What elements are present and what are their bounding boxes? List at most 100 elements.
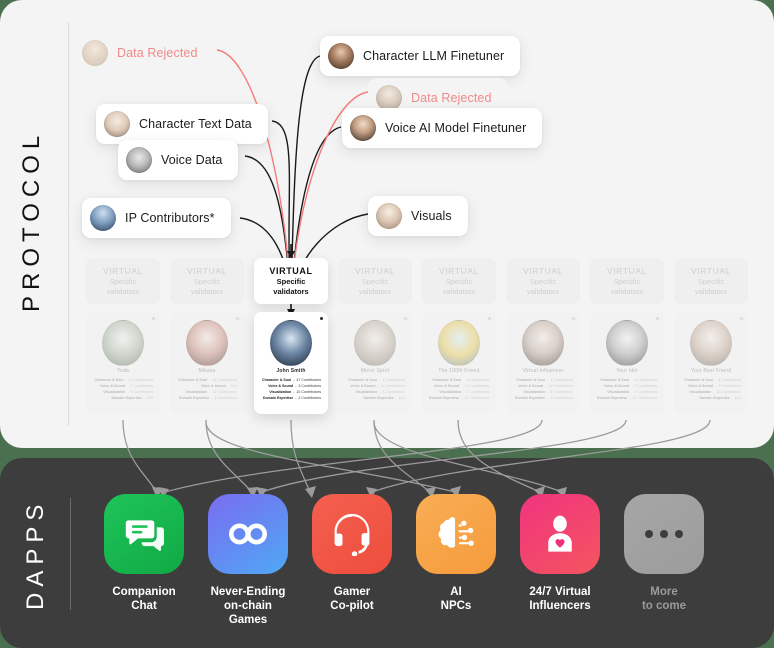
attribute-key: Domain Expertise (596, 396, 628, 400)
dapp-item-more-to-come[interactable]: More to come (624, 494, 704, 627)
attribute-key: Voice & Sound (268, 384, 294, 388)
dapp-item-virtual-influencers[interactable]: 24/7 Virtual Influencers (520, 494, 600, 627)
attribute-separator: - (715, 384, 717, 388)
validator-badge-line3: validators (526, 287, 560, 296)
validator-badge[interactable]: VIRTUAL Specific validators (422, 258, 496, 304)
character-card[interactable]: Virtual Influencer Character & Soul -3 Con… (506, 312, 580, 414)
dapp-label: 24/7 Virtual Influencers (529, 586, 591, 612)
validator-badge[interactable]: VIRTUAL Specific validators (86, 258, 160, 304)
attribute-value: 3 Contributors (298, 384, 321, 388)
chip-data-rejected-left[interactable]: Data Rejected (74, 33, 214, 73)
infinity-icon[interactable] (208, 494, 288, 574)
avatar (104, 111, 130, 137)
character-card-attribute-row: Voice & Sound -17 Contributors (429, 384, 489, 388)
character-card[interactable]: John Smith Character & Soul -47 Contributo… (254, 312, 328, 414)
character-card-attribute-row: Domain Expertise - N/A (345, 396, 405, 400)
character-name: Your Best Friend (690, 368, 732, 374)
attribute-key: Voice & Sound (350, 384, 376, 388)
chip-visuals[interactable]: Visuals (368, 196, 468, 236)
chip-character-text-data[interactable]: Character Text Data (96, 104, 268, 144)
character-card-attribute-row: Voice & Sound -3 Contributors (261, 384, 321, 388)
attribute-key: Character & Soul (684, 378, 714, 382)
attribute-value: 6 Contributors (634, 378, 657, 382)
avatar (126, 147, 152, 173)
dapp-label: More to come (641, 586, 687, 612)
validator-badge-title: VIRTUAL (355, 266, 395, 276)
character-card[interactable]: Mirror Spirit Character & Soul -3 Contribu… (338, 312, 412, 414)
dapp-item-gamer-copilot[interactable]: Gamer Co-pilot (312, 494, 392, 627)
avatar (90, 205, 116, 231)
attribute-value: 11 Contributors (380, 384, 405, 388)
chip-voice-ai-model-finetuner[interactable]: Voice AI Model Finetuner (342, 108, 543, 148)
character-portrait (354, 320, 396, 366)
chip-label: Character LLM Finetuner (363, 49, 505, 63)
attribute-separator: - (631, 384, 633, 388)
character-card[interactable]: Mikasa Character & Soul -24 Contributors Vo… (170, 312, 244, 414)
attribute-key: Voice & Sound (688, 384, 714, 388)
chip-voice-data[interactable]: Voice Data (118, 140, 239, 180)
attribute-key: Voice & Sound (434, 384, 460, 388)
attribute-value: 4 Contributors (382, 390, 405, 394)
card-menu-dot-icon[interactable] (656, 317, 659, 320)
card-menu-dot-icon[interactable] (152, 317, 155, 320)
character-card[interactable]: Your Idol Character & Soul -6 Contributors… (590, 312, 664, 414)
person-heart-icon[interactable] (520, 494, 600, 574)
validator-badge[interactable]: VIRTUAL Specific validators (170, 258, 244, 304)
card-menu-dot-icon[interactable] (572, 317, 575, 320)
card-menu-dot-icon[interactable] (320, 317, 323, 320)
attribute-value: N/A (399, 396, 405, 400)
validator-badge-title: VIRTUAL (269, 266, 313, 276)
dapp-label: Never-Ending on-chain Games (210, 586, 286, 626)
validator-badge[interactable]: VIRTUAL Specific validators (506, 258, 580, 304)
attribute-separator: - (209, 378, 211, 382)
chat-bubbles-icon[interactable] (104, 494, 184, 574)
ellipsis-icon[interactable] (624, 494, 704, 574)
attribute-separator: - (547, 378, 549, 382)
attribute-value: 2 Contributors (130, 384, 153, 388)
validator-badge[interactable]: VIRTUAL Specific validators (590, 258, 664, 304)
chip-label: IP Contributors* (125, 211, 215, 225)
attribute-separator: - (629, 396, 631, 400)
validator-badge-title: VIRTUAL (103, 266, 143, 276)
validator-badge[interactable]: VIRTUAL Specific validators (674, 258, 748, 304)
attribute-key: Character & Soul (178, 378, 208, 382)
character-card[interactable]: Yoda Character & Soul -11 Contributors Voic… (86, 312, 160, 414)
protocol-divider (68, 22, 69, 426)
attribute-value: 17 Contributors (464, 384, 489, 388)
validator-badge[interactable]: VIRTUAL Specific validators (254, 258, 328, 304)
brain-circuit-icon[interactable] (416, 494, 496, 574)
card-menu-dot-icon[interactable] (236, 317, 239, 320)
character-portrait (186, 320, 228, 366)
attribute-key: Domain Expertise (178, 396, 210, 400)
attribute-separator: - (127, 390, 129, 394)
chip-character-llm-finetuner[interactable]: Character LLM Finetuner (320, 36, 521, 76)
character-card-attribute-row: Visualization -10 Contributors (261, 390, 321, 394)
validator-badge[interactable]: VIRTUAL Specific validators (338, 258, 412, 304)
attribute-key: Domain Expertise (363, 396, 394, 400)
attribute-separator: - (209, 390, 211, 394)
attribute-key: Domain Expertise (514, 396, 546, 400)
attribute-value: 12 Contributors (212, 390, 237, 394)
avatar (376, 203, 402, 229)
character-card-attribute-row: Character & Soul -24 Contributors (177, 378, 237, 382)
headset-icon[interactable] (312, 494, 392, 574)
character-attributes: Character & Soul -47 Contributors Voice & … (259, 378, 323, 400)
character-card[interactable]: The 100th Friend Character & Soul -3 Contr… (422, 312, 496, 414)
character-attributes: Character & Soul -8 Contributors Voice & S… (679, 378, 743, 400)
character-card[interactable]: Your Best Friend Character & Soul -8 Contr… (674, 312, 748, 414)
character-name: Mikasa (198, 368, 216, 374)
dapp-item-ai-npcs[interactable]: AI NPCs (416, 494, 496, 627)
card-menu-dot-icon[interactable] (488, 317, 491, 320)
attribute-value: 3 Contributors (382, 378, 405, 382)
attribute-key: Voice & Sound (200, 384, 226, 388)
card-menu-dot-icon[interactable] (404, 317, 407, 320)
character-card-attribute-row: Character & Soul -11 Contributors (93, 378, 153, 382)
attribute-value: 4 Contributors (214, 396, 237, 400)
character-card-row: Yoda Character & Soul -11 Contributors Voic… (86, 312, 748, 414)
dapp-item-companion-chat[interactable]: Companion Chat (104, 494, 184, 627)
chip-ip-contributors[interactable]: IP Contributors* (82, 198, 231, 238)
card-menu-dot-icon[interactable] (740, 317, 743, 320)
character-portrait (438, 320, 480, 366)
attribute-key: Visualization (523, 390, 546, 394)
dapp-item-never-ending-onchain-games[interactable]: Never-Ending on-chain Games (208, 494, 288, 627)
